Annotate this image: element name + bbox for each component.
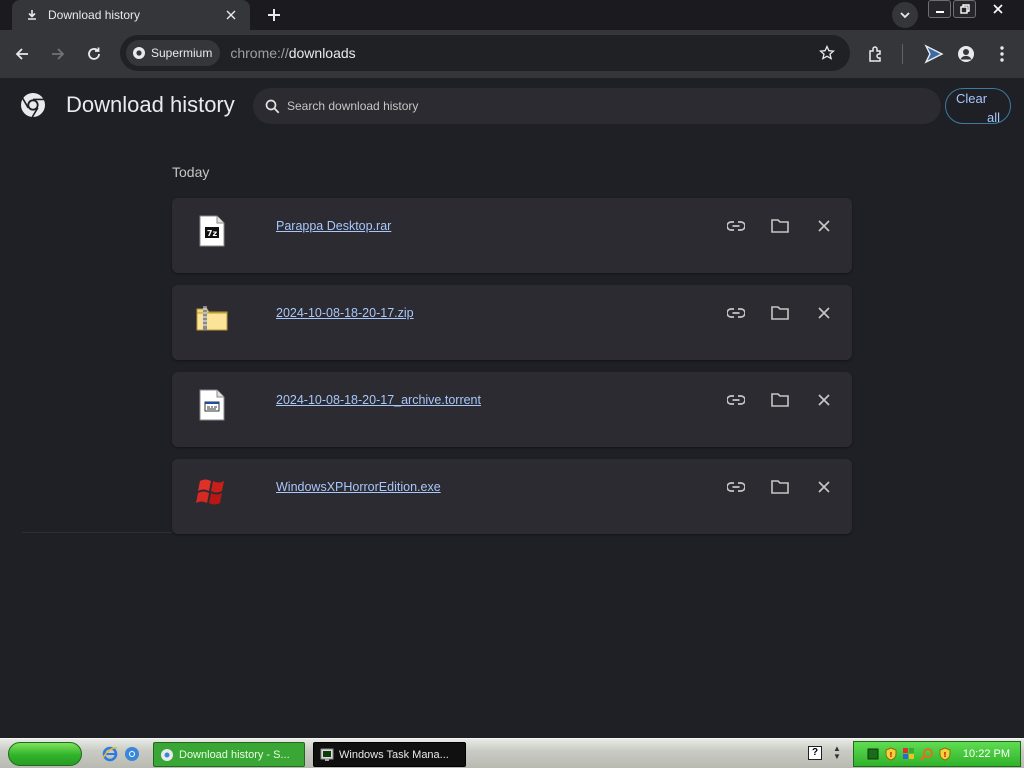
torrent-file-icon — [196, 389, 228, 421]
svg-text:!: ! — [943, 751, 946, 759]
network-icon[interactable] — [866, 747, 880, 761]
extensions-icon[interactable] — [864, 42, 888, 66]
svg-text:7z: 7z — [207, 229, 218, 238]
open-folder-icon[interactable] — [769, 215, 791, 237]
tab-title: Download history — [48, 8, 141, 22]
site-info-chip[interactable]: Supermium — [126, 40, 221, 66]
window-controls — [928, 0, 1020, 20]
search-box[interactable] — [253, 88, 941, 124]
file-link[interactable]: WindowsXPHorrorEdition.exe — [276, 480, 441, 494]
download-item: WindowsXPHorrorEdition.exe — [172, 459, 852, 534]
divider — [22, 532, 172, 533]
security-alert-icon[interactable]: ! — [938, 747, 952, 761]
download-icon — [24, 7, 40, 23]
menu-kebab-icon[interactable] — [990, 42, 1014, 66]
browser-toolbar: Supermium chrome://downloads — [0, 30, 1024, 78]
download-item: 7z Parappa Desktop.rar — [172, 198, 852, 273]
tab-download-history[interactable]: Download history — [12, 0, 250, 30]
new-tab-button[interactable] — [262, 4, 286, 26]
copy-link-icon[interactable] — [725, 302, 747, 324]
close-window-button[interactable] — [978, 0, 1018, 18]
download-item: 2024-10-08-18-20-17.zip — [172, 285, 852, 360]
start-button[interactable] — [8, 742, 82, 766]
chrome-quicklaunch-icon[interactable] — [122, 744, 142, 764]
toolbar-separator — [902, 44, 903, 64]
profile-avatar-icon[interactable] — [954, 42, 978, 66]
windows-tray-icon[interactable] — [902, 747, 916, 761]
magnifier-icon[interactable] — [920, 747, 934, 761]
open-folder-icon[interactable] — [769, 476, 791, 498]
7z-archive-icon: 7z — [196, 215, 228, 247]
downloads-header: Download history Clearall — [0, 78, 1024, 134]
remove-close-icon[interactable] — [813, 302, 835, 324]
supermium-icon — [132, 46, 146, 60]
copy-link-icon[interactable] — [725, 389, 747, 411]
chrome-logo-icon — [20, 92, 46, 118]
remove-close-icon[interactable] — [813, 389, 835, 411]
copy-link-icon[interactable] — [725, 476, 747, 498]
tab-search-button[interactable] — [892, 2, 918, 28]
search-icon — [265, 98, 281, 114]
zip-folder-icon — [196, 302, 228, 334]
taskbar-button-label: Windows Task Mana... — [339, 748, 449, 761]
url-text: chrome://downloads — [230, 45, 356, 61]
windows-flag-icon — [196, 476, 228, 508]
download-item: 2024-10-08-18-20-17_archive.torrent — [172, 372, 852, 447]
tab-close-icon[interactable] — [222, 6, 240, 24]
site-chip-label: Supermium — [151, 46, 213, 60]
taskbar: Download history - S... Windows Task Man… — [0, 738, 1024, 768]
address-bar[interactable]: Supermium chrome://downloads — [120, 35, 850, 71]
clear-all-button[interactable]: Clear all — [945, 88, 1011, 125]
file-link[interactable]: 2024-10-08-18-20-17.zip — [276, 306, 414, 320]
svg-text:!: ! — [889, 751, 892, 759]
help-icon[interactable]: ? — [808, 746, 822, 760]
security-shield-icon[interactable]: ! — [884, 747, 898, 761]
tray-expand-icon[interactable]: ▲ ▼ — [832, 745, 842, 763]
forward-button[interactable] — [46, 42, 70, 66]
system-tray: ! ! 10:22 PM — [853, 741, 1021, 767]
remove-close-icon[interactable] — [813, 476, 835, 498]
page-title: Download history — [66, 92, 235, 117]
task-manager-icon — [320, 748, 334, 762]
file-link[interactable]: Parappa Desktop.rar — [276, 219, 391, 233]
chrome-icon — [160, 748, 174, 762]
minimize-button[interactable] — [928, 0, 951, 18]
restore-button[interactable] — [953, 0, 976, 18]
open-folder-icon[interactable] — [769, 302, 791, 324]
file-link[interactable]: 2024-10-08-18-20-17_archive.torrent — [276, 393, 481, 407]
taskbar-button-task-manager[interactable]: Windows Task Mana... — [313, 742, 466, 767]
internet-explorer-icon[interactable] — [100, 744, 120, 764]
bookmark-star-icon[interactable] — [818, 44, 836, 62]
send-icon[interactable] — [922, 42, 946, 66]
remove-close-icon[interactable] — [813, 215, 835, 237]
back-button[interactable] — [10, 42, 34, 66]
taskbar-button-browser[interactable]: Download history - S... — [153, 742, 305, 767]
taskbar-button-label: Download history - S... — [179, 748, 290, 761]
date-section-label: Today — [172, 164, 210, 180]
reload-button[interactable] — [82, 42, 106, 66]
clock: 10:22 PM — [962, 748, 1010, 760]
tab-strip: Download history — [0, 0, 1024, 30]
copy-link-icon[interactable] — [725, 215, 747, 237]
open-folder-icon[interactable] — [769, 389, 791, 411]
chevron-down-icon — [900, 6, 910, 24]
search-input[interactable] — [287, 99, 941, 113]
